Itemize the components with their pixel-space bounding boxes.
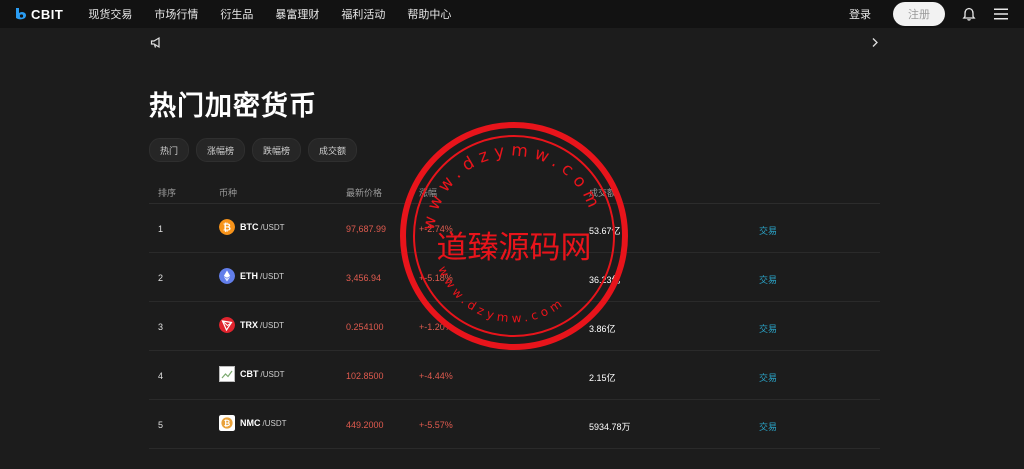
- trade-volume: 5934.78万: [589, 422, 631, 432]
- trade-volume: 53.67亿: [589, 226, 621, 236]
- price-change: +-5.18%: [419, 273, 453, 283]
- quote-currency: /USDT: [262, 418, 287, 428]
- header-price: 最新价格: [346, 188, 383, 198]
- price-change: +-4.44%: [419, 371, 453, 381]
- nav-item-wealth[interactable]: 暴富理财: [275, 6, 319, 22]
- bell-icon[interactable]: [962, 7, 976, 21]
- login-link[interactable]: 登录: [849, 6, 871, 22]
- quote-currency: /USDT: [260, 271, 284, 281]
- nav-item-spot[interactable]: 现货交易: [88, 6, 132, 22]
- table-row[interactable]: 3 TRX /USDT 0.254100 +-1.20% 3.86亿 交易: [149, 302, 880, 351]
- coin-symbol: NMC: [240, 418, 261, 428]
- price-change: +-1.20%: [419, 322, 453, 332]
- trade-volume: 3.86亿: [589, 324, 616, 334]
- coin-cell: ETH /USDT: [219, 268, 284, 284]
- namecoin-icon: ₿: [219, 415, 235, 431]
- trade-volume: 2.15亿: [589, 373, 616, 383]
- svg-text:₿: ₿: [224, 419, 231, 428]
- market-table: 排序 币种 最新价格 涨幅 成交额 1 ₿ BTC /USDT 97,687.9…: [149, 178, 880, 449]
- tab-gainers[interactable]: 涨幅榜: [196, 138, 246, 162]
- table-row[interactable]: 4 CBT /USDT 102.8500 +-4.44% 2.15亿 交易: [149, 351, 880, 400]
- tron-icon: [219, 317, 235, 333]
- ethereum-icon: [219, 268, 235, 284]
- nav-item-help[interactable]: 帮助中心: [407, 6, 451, 22]
- latest-price: 0.254100: [346, 322, 384, 332]
- header-volume: 成交额: [589, 188, 617, 198]
- chevron-right-icon[interactable]: [871, 37, 879, 48]
- rank: 1: [158, 224, 164, 234]
- tab-hot[interactable]: 热门: [149, 138, 190, 162]
- nav-item-markets[interactable]: 市场行情: [154, 6, 198, 22]
- quote-currency: /USDT: [260, 222, 285, 232]
- rank: 3: [158, 322, 164, 332]
- coin-cell: ₿ BTC /USDT: [219, 219, 285, 235]
- trade-link[interactable]: 交易: [759, 420, 777, 433]
- quote-currency: /USDT: [260, 320, 284, 330]
- coin-symbol: BTC: [240, 222, 259, 232]
- table-header: 排序 币种 最新价格 涨幅 成交额: [149, 178, 880, 204]
- coin-symbol: ETH: [240, 271, 258, 281]
- tab-losers[interactable]: 跌幅榜: [252, 138, 302, 162]
- coin-symbol: CBT: [240, 369, 259, 379]
- tab-volume[interactable]: 成交额: [308, 138, 358, 162]
- latest-price: 97,687.99: [346, 224, 387, 234]
- trade-link[interactable]: 交易: [759, 322, 777, 335]
- latest-price: 102.8500: [346, 371, 384, 381]
- top-nav-bar: CBIT 现货交易 市场行情 衍生品 暴富理财 福利活动 帮助中心 登录 注册: [0, 0, 1024, 28]
- header-coin: 币种: [219, 188, 238, 198]
- coin-symbol: TRX: [240, 320, 258, 330]
- rank: 4: [158, 371, 164, 381]
- trade-link[interactable]: 交易: [759, 224, 777, 237]
- coin-cell: CBT /USDT: [219, 366, 285, 382]
- trade-link[interactable]: 交易: [759, 273, 777, 286]
- trade-link[interactable]: 交易: [759, 371, 777, 384]
- price-change: +-2.74%: [419, 224, 453, 234]
- table-row[interactable]: 5 ₿ NMC /USDT 449.2000 +-5.57% 5934.78万 …: [149, 400, 880, 449]
- rank: 2: [158, 273, 164, 283]
- header-actions: 登录 注册: [849, 0, 1024, 28]
- price-change: +-5.57%: [419, 420, 453, 430]
- page-title: 热门加密货币: [149, 91, 317, 121]
- table-row[interactable]: 1 ₿ BTC /USDT 97,687.99 +-2.74% 53.67亿 交…: [149, 204, 880, 253]
- svg-text:₿: ₿: [223, 222, 231, 234]
- menu-icon[interactable]: [994, 8, 1008, 20]
- latest-price: 449.2000: [346, 420, 384, 430]
- trade-volume: 36.23亿: [589, 275, 621, 285]
- bitcoin-icon: ₿: [219, 219, 235, 235]
- broken-image-icon: [219, 366, 235, 382]
- category-tabs: 热门 涨幅榜 跌幅榜 成交额: [149, 138, 358, 162]
- main-nav: 现货交易 市场行情 衍生品 暴富理财 福利活动 帮助中心: [88, 6, 473, 22]
- quote-currency: /USDT: [260, 369, 285, 379]
- megaphone-icon: [150, 36, 160, 49]
- logo-icon: [16, 8, 26, 20]
- logo[interactable]: CBIT: [14, 7, 63, 22]
- logo-text: CBIT: [31, 6, 64, 22]
- header-change: 涨幅: [419, 188, 438, 198]
- nav-item-rewards[interactable]: 福利活动: [341, 6, 385, 22]
- latest-price: 3,456.94: [346, 273, 382, 283]
- nav-item-derivatives[interactable]: 衍生品: [220, 6, 253, 22]
- register-button[interactable]: 注册: [893, 2, 945, 26]
- table-row[interactable]: 2 ETH /USDT 3,456.94 +-5.18% 36.23亿 交易: [149, 253, 880, 302]
- coin-cell: ₿ NMC /USDT: [219, 415, 287, 431]
- coin-cell: TRX /USDT: [219, 317, 284, 333]
- header-rank: 排序: [158, 188, 177, 198]
- rank: 5: [158, 420, 164, 430]
